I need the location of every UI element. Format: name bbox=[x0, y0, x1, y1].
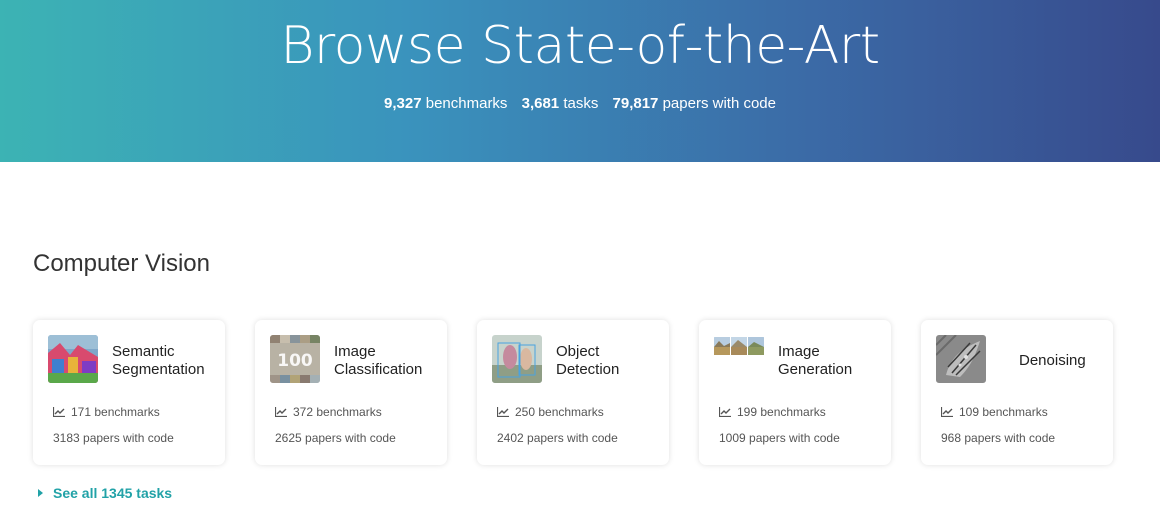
stat-label: papers with code bbox=[662, 95, 776, 112]
task-title-line: Semantic bbox=[112, 343, 175, 360]
task-thumbnail bbox=[714, 335, 764, 383]
stat-value: 3,681 bbox=[521, 95, 560, 112]
chart-line-icon bbox=[53, 407, 65, 417]
task-title[interactable]: Semantic Segmentation bbox=[112, 343, 220, 379]
see-all-tasks-link[interactable]: See all 1345 tasks bbox=[38, 485, 172, 501]
stat-papers: 79,817 papers with code bbox=[613, 95, 776, 112]
chart-line-icon bbox=[275, 407, 287, 417]
benchmarks-label: 250 benchmarks bbox=[515, 405, 604, 419]
caret-right-icon bbox=[38, 489, 43, 497]
task-title-line: Image bbox=[334, 343, 376, 360]
benchmarks-label: 372 benchmarks bbox=[293, 405, 382, 419]
benchmarks-count: 171 benchmarks bbox=[53, 405, 160, 419]
task-thumbnail: 100 bbox=[270, 335, 320, 383]
task-title-line: Classification bbox=[334, 361, 423, 378]
hero-banner: Browse State-of-the-Art 9,327 benchmarks… bbox=[0, 0, 1160, 162]
papers-count: 3183 papers with code bbox=[53, 431, 174, 445]
task-thumbnail bbox=[48, 335, 98, 383]
papers-count: 2402 papers with code bbox=[497, 431, 618, 445]
stat-label: tasks bbox=[563, 95, 599, 112]
papers-count: 2625 papers with code bbox=[275, 431, 396, 445]
task-title-line: Segmentation bbox=[112, 361, 205, 378]
task-card-semantic-segmentation[interactable]: Semantic Segmentation 171 benchmarks 318… bbox=[33, 320, 225, 465]
papers-count: 968 papers with code bbox=[941, 431, 1056, 445]
see-all-label: See all 1345 tasks bbox=[53, 485, 173, 501]
papers-count: 1009 papers with code bbox=[719, 431, 840, 445]
benchmarks-count: 372 benchmarks bbox=[275, 405, 382, 419]
task-card-denoising[interactable]: Denoising 109 benchmarks 968 papers with… bbox=[921, 320, 1113, 465]
stats-bar: 9,327 benchmarks 3,681 tasks 79,817 pape… bbox=[0, 94, 1160, 114]
chart-line-icon bbox=[719, 407, 731, 417]
task-title[interactable]: Object Detection bbox=[556, 343, 664, 379]
benchmarks-label: 109 benchmarks bbox=[959, 405, 1048, 419]
task-title-line: Object bbox=[556, 343, 600, 360]
stat-tasks: 3,681 tasks bbox=[522, 95, 599, 112]
page-title: Browse State-of-the-Art bbox=[280, 16, 880, 76]
stat-label: benchmarks bbox=[425, 95, 508, 112]
benchmarks-label: 171 benchmarks bbox=[71, 405, 160, 419]
stat-value: 9,327 bbox=[384, 95, 422, 112]
task-title-line: Detection bbox=[556, 361, 620, 378]
task-title[interactable]: Image Generation bbox=[778, 343, 886, 379]
chart-line-icon bbox=[941, 407, 953, 417]
task-thumbnail bbox=[492, 335, 542, 383]
benchmarks-count: 199 benchmarks bbox=[719, 405, 826, 419]
chart-line-icon bbox=[497, 407, 509, 417]
benchmarks-count: 250 benchmarks bbox=[497, 405, 604, 419]
task-card-object-detection[interactable]: Object Detection 250 benchmarks 2402 pap… bbox=[477, 320, 669, 465]
section-title: Computer Vision bbox=[33, 250, 210, 277]
svg-text:100: 100 bbox=[277, 351, 313, 371]
task-card-image-generation[interactable]: Image Generation 199 benchmarks 1009 pap… bbox=[699, 320, 891, 465]
task-title-line: Generation bbox=[778, 361, 853, 378]
task-card-image-classification[interactable]: 100 Image Classification 372 benchmarks … bbox=[255, 320, 447, 465]
benchmarks-count: 109 benchmarks bbox=[941, 405, 1048, 419]
benchmarks-label: 199 benchmarks bbox=[737, 405, 826, 419]
task-thumbnail bbox=[936, 335, 986, 383]
stat-value: 79,817 bbox=[612, 95, 659, 112]
task-title[interactable]: Image Classification bbox=[334, 343, 442, 379]
task-title-line: Denoising bbox=[1019, 352, 1086, 369]
stat-benchmarks: 9,327 benchmarks bbox=[384, 95, 507, 112]
task-title[interactable]: Denoising bbox=[1019, 352, 1127, 370]
task-title-line: Image bbox=[778, 343, 820, 360]
